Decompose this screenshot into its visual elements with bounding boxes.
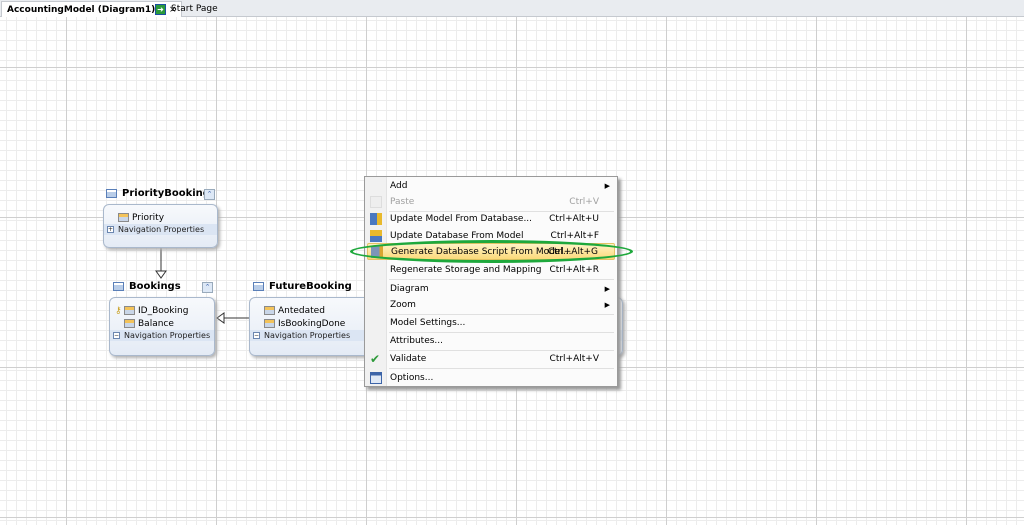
menu-label: Regenerate Storage and Mapping (390, 264, 542, 275)
property-row[interactable]: Priority (104, 211, 217, 224)
property-icon (124, 306, 135, 315)
menu-label: Paste (390, 196, 415, 207)
collapse-nav-icon[interactable]: − (253, 332, 260, 339)
collapse-nav-icon[interactable]: − (113, 332, 120, 339)
entity-title-prioritybooking[interactable]: PriorityBooking (106, 188, 210, 199)
entity-title-bookings[interactable]: Bookings (113, 281, 181, 292)
menu-label: Update Model From Database... (390, 213, 533, 224)
inheritance-arrow (155, 270, 167, 279)
nav-label: Navigation Properties (264, 331, 351, 340)
nav-label: Navigation Properties (124, 331, 211, 340)
submenu-arrow-icon: ▶ (604, 300, 610, 309)
inheritance-arrow (216, 312, 225, 324)
menu-item-model-settings[interactable]: Model Settings... (367, 314, 615, 331)
menu-shortcut: Ctrl+V (569, 196, 599, 207)
property-icon (264, 306, 275, 315)
menu-item-add[interactable]: Add ▶ (367, 177, 615, 194)
menu-label: Diagram (390, 283, 429, 294)
submenu-arrow-icon: ▶ (604, 284, 610, 293)
property-name: Antedated (278, 305, 325, 316)
menu-label: Model Settings... (390, 317, 466, 328)
property-name: IsBookingDone (278, 318, 346, 329)
property-icon (264, 319, 275, 328)
checkmark-icon: ✔ (370, 351, 381, 366)
entity-icon (253, 282, 264, 291)
menu-item-update-model[interactable]: Update Model From Database... Ctrl+Alt+U (367, 210, 615, 227)
menu-shortcut: Ctrl+Alt+R (549, 264, 599, 275)
entity-title-futurebooking[interactable]: FutureBooking (253, 281, 352, 292)
expand-icon[interactable]: + (107, 226, 114, 233)
property-name: Balance (138, 318, 174, 329)
update-database-icon (370, 229, 382, 242)
menu-item-attributes[interactable]: Attributes... (367, 332, 615, 349)
entity-bookings[interactable]: ⚷ ID_Booking Balance − Navigation Properti… (109, 297, 215, 356)
navigation-properties[interactable]: − Navigation Properties (110, 330, 214, 341)
menu-shortcut: Ctrl+Alt+V (549, 353, 599, 364)
menu-label: Validate (390, 353, 427, 364)
highlight-ellipse (350, 240, 633, 263)
entity-icon (106, 189, 117, 198)
menu-item-regenerate-storage[interactable]: Regenerate Storage and Mapping Ctrl+Alt+R (367, 261, 615, 278)
collapse-icon[interactable]: ⌃ (202, 282, 213, 293)
property-row[interactable]: ⚷ ID_Booking (110, 304, 214, 317)
menu-item-validate[interactable]: ✔ Validate Ctrl+Alt+V (367, 350, 615, 367)
property-icon (118, 213, 129, 222)
property-name: ID_Booking (138, 305, 189, 316)
property-name: Priority (132, 212, 165, 223)
submenu-arrow-icon: ▶ (604, 181, 610, 190)
menu-shortcut: Ctrl+Alt+U (549, 213, 599, 224)
entity-name: PriorityBooking (122, 188, 210, 199)
paste-icon (370, 195, 382, 208)
menu-label: Attributes... (390, 335, 444, 346)
update-model-icon (370, 212, 382, 225)
entity-prioritybooking[interactable]: Priority + Navigation Properties (103, 204, 218, 248)
menu-label: Options... (390, 372, 434, 383)
entity-name: Bookings (129, 281, 181, 292)
entity-name: FutureBooking (269, 281, 352, 292)
context-menu: Add ▶ Paste Ctrl+V Update Model From Datab… (364, 176, 618, 387)
property-row[interactable]: Balance (110, 317, 214, 330)
menu-item-paste[interactable]: Paste Ctrl+V (367, 193, 615, 210)
key-icon: ⚷ (115, 305, 122, 316)
menu-label: Update Database From Model (390, 230, 524, 241)
options-icon (370, 371, 382, 384)
menu-label: Zoom (390, 299, 416, 310)
menu-label: Add (390, 180, 408, 191)
property-icon (124, 319, 135, 328)
menu-item-zoom[interactable]: Zoom ▶ (367, 296, 615, 313)
nav-label: Navigation Properties (118, 225, 205, 234)
entity-icon (113, 282, 124, 291)
navigation-properties[interactable]: + Navigation Properties (104, 224, 217, 235)
menu-item-options[interactable]: Options... (367, 369, 615, 386)
collapse-icon[interactable]: ⌃ (204, 189, 215, 200)
menu-item-diagram[interactable]: Diagram ▶ (367, 280, 615, 297)
menu-shortcut: Ctrl+Alt+F (550, 230, 599, 241)
